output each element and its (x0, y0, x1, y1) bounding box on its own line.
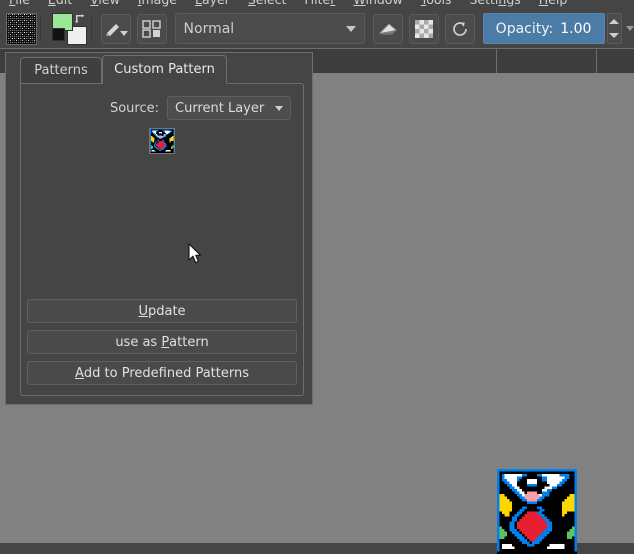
menu-item-tools[interactable]: Tools (412, 0, 461, 9)
dock-cell-middle (497, 49, 597, 73)
use-as-pattern-button[interactable]: use as Pattern (27, 330, 297, 354)
foreground-background-colors[interactable] (51, 12, 88, 46)
toolbar-overflow-icon[interactable] (626, 26, 634, 31)
tab-custom-pattern[interactable]: Custom Pattern (102, 55, 227, 84)
thumbnail-row (21, 128, 303, 154)
paint-dynamics-button[interactable] (136, 13, 167, 44)
chevron-down-icon (275, 105, 283, 111)
paint-mode-combo[interactable]: Normal (174, 13, 365, 44)
opacity-slider[interactable]: Opacity: 1.00 (482, 13, 605, 44)
menu-item-select[interactable]: Select (239, 0, 296, 9)
menu-item-help[interactable]: Help (530, 0, 577, 9)
hard-edge-button[interactable] (408, 13, 439, 44)
dialog-button-stack: Update use as Pattern Add to Predefined … (27, 299, 297, 385)
custom-pattern-thumbnail[interactable] (149, 128, 175, 154)
source-combo-value: Current Layer (175, 100, 265, 116)
source-combo[interactable]: Current Layer (167, 96, 291, 120)
menu-item-settings[interactable]: Settings (460, 0, 529, 9)
menu-item-view[interactable]: View (81, 0, 129, 9)
tab-custom-pattern-label: Custom Pattern (114, 62, 215, 77)
menubar: File Edit View Image Layer Select Filter… (0, 0, 634, 9)
update-button[interactable]: Update (27, 299, 297, 323)
gimp-window: File Edit View Image Layer Select Filter… (0, 0, 634, 554)
stepper-up-icon[interactable] (609, 18, 620, 24)
eraser-icon (378, 22, 397, 34)
dock-cell-right (597, 49, 634, 73)
source-row: Source: Current Layer (21, 96, 291, 120)
menu-item-edit[interactable]: Edit (39, 0, 81, 9)
menu-item-image[interactable]: Image (129, 0, 186, 9)
reset-tool-options-button[interactable] (444, 13, 475, 44)
source-label: Source: (109, 100, 159, 116)
tool-options-toolbar: Normal Opacity: 1.00 (0, 9, 634, 48)
opacity-stepper[interactable] (606, 13, 623, 44)
brush-icon (105, 23, 128, 36)
menu-item-window[interactable]: Window (344, 0, 411, 9)
eraser-toggle-button[interactable] (372, 13, 403, 44)
canvas-pixel-artwork (497, 469, 577, 554)
toolbar-separator (39, 15, 41, 42)
tab-patterns[interactable]: Patterns (20, 57, 102, 83)
rotate-icon (452, 21, 467, 36)
dialog-tab-row: Patterns Custom Pattern (6, 53, 312, 84)
menu-item-filter[interactable]: Filter (295, 0, 344, 9)
toolbar-separator (90, 15, 92, 42)
mouse-pointer-icon (188, 243, 202, 264)
checkerboard-icon (414, 19, 433, 38)
stepper-down-icon[interactable] (609, 33, 620, 39)
opacity-value: 1.00 (560, 20, 592, 37)
paint-mode-value: Normal (183, 20, 235, 37)
menubar-items: File Edit View Image Layer Select Filter… (0, 0, 576, 9)
chevron-down-icon (345, 25, 356, 32)
pattern-swatch[interactable] (6, 12, 37, 45)
custom-pattern-dialog: Patterns Custom Pattern Source: Current … (5, 52, 313, 405)
dynamics-icon (141, 19, 161, 38)
tab-patterns-label: Patterns (34, 63, 88, 78)
menu-item-file[interactable]: File (0, 0, 39, 9)
add-to-predefined-patterns-button[interactable]: Add to Predefined Patterns (27, 361, 297, 385)
swap-colors-icon[interactable] (73, 12, 88, 27)
menu-item-layer[interactable]: Layer (186, 0, 239, 9)
brush-selector-button[interactable] (100, 13, 131, 44)
black-color-swatch[interactable] (51, 27, 65, 41)
opacity-label: Opacity: (495, 20, 554, 37)
dialog-body: Source: Current Layer Update use as Patt… (20, 83, 304, 396)
